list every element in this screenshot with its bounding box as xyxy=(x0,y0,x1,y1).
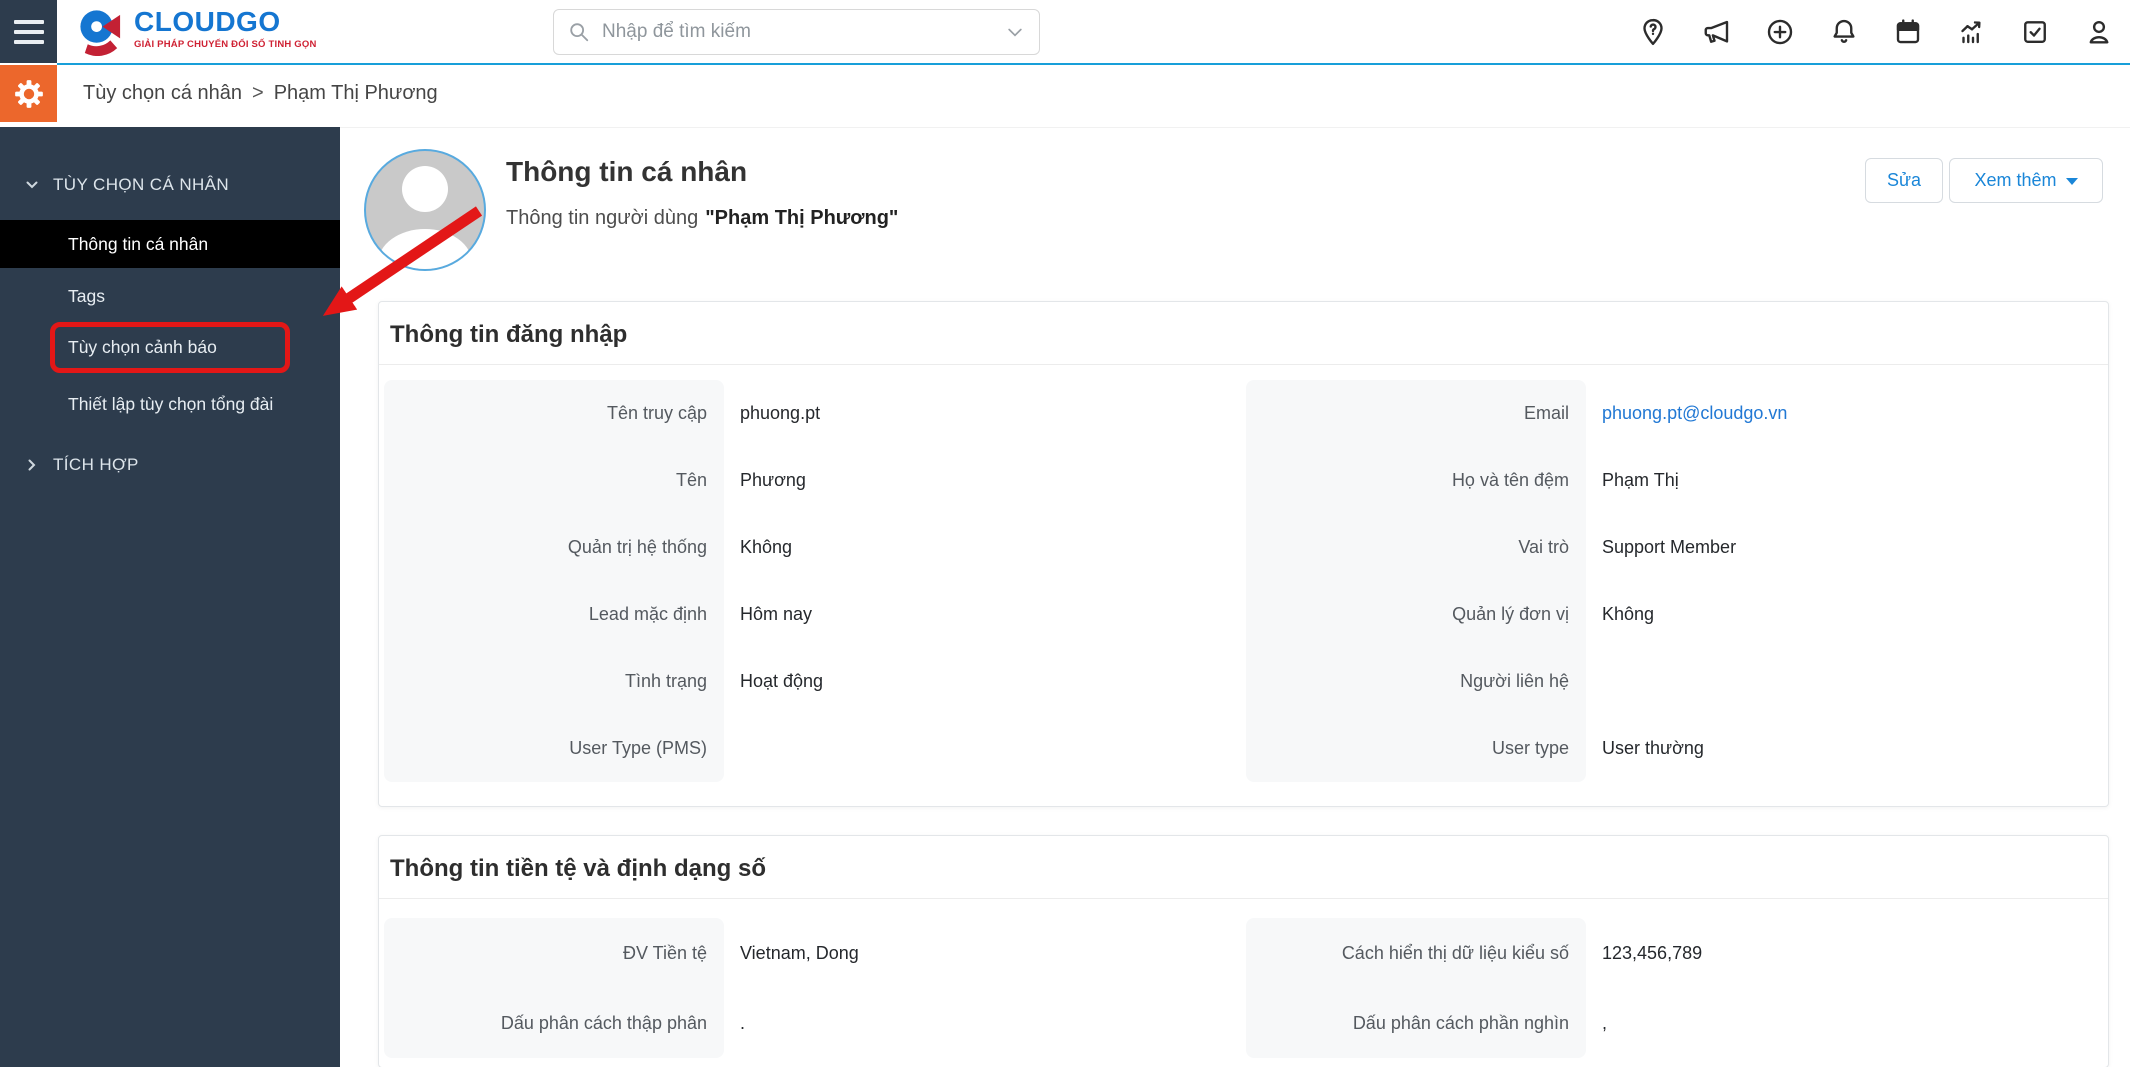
card-title: Thông tin tiền tệ và định dạng số xyxy=(379,836,2108,899)
chevron-right-icon xyxy=(25,458,39,472)
info-card: Thông tin tiền tệ và định dạng số ĐV Tiền… xyxy=(378,835,2109,1067)
top-bar: CLOUDGO GIẢI PHÁP CHUYỂN ĐỔI SỐ TINH GỌN xyxy=(0,0,2130,63)
breadcrumb-bar: Tùy chọn cá nhân > Phạm Thị Phương xyxy=(0,65,2130,128)
sidebar-item[interactable]: Thông tin cá nhân xyxy=(0,220,340,268)
subtitle-username: "Phạm Thị Phương" xyxy=(705,207,899,229)
bell-icon[interactable] xyxy=(1828,16,1860,48)
field-label: Email xyxy=(1246,380,1586,447)
breadcrumb-current: Phạm Thị Phương xyxy=(273,82,438,104)
user-icon[interactable] xyxy=(2083,16,2115,48)
field-label: ĐV Tiền tệ xyxy=(384,918,724,988)
analytics-icon[interactable] xyxy=(1956,16,1988,48)
field-row: Tên truy cập phuong.pt xyxy=(384,380,1241,447)
field-row: Tình trạng Hoạt động xyxy=(384,648,1241,715)
field-row: Tên Phương xyxy=(384,447,1241,514)
field-row: ĐV Tiền tệ Vietnam, Dong xyxy=(384,918,1241,988)
field-label: Cách hiển thị dữ liệu kiểu số xyxy=(1246,918,1586,988)
field-row: User Type (PMS) xyxy=(384,715,1241,782)
cloudgo-logo-icon xyxy=(80,10,121,56)
field-value-link[interactable]: phuong.pt@cloudgo.vn xyxy=(1586,380,2103,447)
field-row: Vai trò Support Member xyxy=(1246,514,2103,581)
sidebar-item[interactable]: Tùy chọn cảnh báo xyxy=(50,322,290,373)
sidebar-section-header[interactable]: TÙY CHỌN CÁ NHÂN xyxy=(0,165,340,205)
calendar-icon[interactable] xyxy=(1892,16,1924,48)
avatar[interactable] xyxy=(364,149,486,271)
field-value: phuong.pt xyxy=(740,403,821,423)
field-label: Quản lý đơn vị xyxy=(1246,581,1586,648)
field-value: 123,456,789 xyxy=(1602,942,1703,963)
brand-tagline: GIẢI PHÁP CHUYỂN ĐỔI SỐ TINH GỌN xyxy=(134,39,317,51)
subtitle-prefix: Thông tin người dùng xyxy=(506,207,699,229)
chevron-down-icon xyxy=(25,178,39,192)
field-row: Lead mặc định Hôm nay xyxy=(384,581,1241,648)
field-label: Dấu phân cách thập phân xyxy=(384,988,724,1058)
sidebar-section-label: TÙY CHỌN CÁ NHÂN xyxy=(53,175,230,194)
field-label: Họ và tên đệm xyxy=(1246,447,1586,514)
field-row: Quản trị hệ thống Không xyxy=(384,514,1241,581)
field-row: Dấu phân cách phần nghìn, xyxy=(1246,988,2103,1058)
topbar-icon-row xyxy=(1637,0,2115,63)
field-label: Vai trò xyxy=(1246,514,1586,581)
sidebar-item[interactable]: Thiết lập tùy chọn tổng đài xyxy=(0,380,340,428)
field-value xyxy=(1586,648,2103,715)
field-label: Tên xyxy=(384,447,724,514)
sidebar-section-header[interactable]: TÍCH HỢP xyxy=(0,445,340,485)
field-row: Dấu phân cách thập phân. xyxy=(384,988,1241,1058)
field-value: , xyxy=(1602,1012,1608,1033)
field-value: . xyxy=(740,1012,746,1033)
app-logo[interactable]: CLOUDGO GIẢI PHÁP CHUYỂN ĐỔI SỐ TINH GỌN xyxy=(76,7,317,56)
global-search[interactable] xyxy=(553,9,1040,55)
field-row: Họ và tên đệm Phạm Thị xyxy=(1246,447,2103,514)
edit-button[interactable]: Sửa xyxy=(1865,158,1943,203)
field-value: Không xyxy=(740,537,793,557)
field-label: Người liên hệ xyxy=(1246,648,1586,715)
search-input[interactable] xyxy=(600,20,995,44)
field-label: Tên truy cập xyxy=(384,380,724,447)
field-value: User thường xyxy=(1602,738,1704,758)
field-value: Phạm Thị xyxy=(1602,470,1679,490)
app-window: CLOUDGO GIẢI PHÁP CHUYỂN ĐỔI SỐ TINH GỌN xyxy=(0,0,2130,1067)
brand-name: CLOUDGO xyxy=(134,6,281,37)
field-label: User Type (PMS) xyxy=(384,715,724,782)
field-row: Quản lý đơn vị Không xyxy=(1246,581,2103,648)
card-title: Thông tin đăng nhập xyxy=(379,302,2108,365)
more-actions-label: Xem thêm xyxy=(1974,170,2057,190)
sidebar: TÙY CHỌN CÁ NHÂN Thông tin cá nhân Tags Tùy… xyxy=(0,127,340,1067)
field-value xyxy=(724,715,1241,782)
breadcrumb-separator: > xyxy=(252,82,264,104)
breadcrumb-section[interactable]: Tùy chọn cá nhân xyxy=(83,82,242,105)
field-value: Hoạt động xyxy=(740,671,824,691)
field-label: Quản trị hệ thống xyxy=(384,514,724,581)
sidebar-item[interactable]: Tags xyxy=(0,272,340,320)
field-row: Cách hiển thị dữ liệu kiểu số 123,456,789 xyxy=(1246,918,2103,988)
sidebar-section-label: TÍCH HỢP xyxy=(53,455,139,474)
page-subtitle: Thông tin người dùng "Phạm Thị Phương" xyxy=(506,207,898,230)
chevron-down-icon[interactable] xyxy=(1005,22,1025,42)
field-label: Dấu phân cách phần nghìn xyxy=(1246,988,1586,1058)
field-value: Phương xyxy=(740,470,806,490)
field-row: User type User thường xyxy=(1246,715,2103,782)
field-row: Người liên hệ xyxy=(1246,648,2103,715)
field-value: Support Member xyxy=(1602,537,1737,557)
field-value: Vietnam, Dong xyxy=(740,942,859,963)
field-label: User type xyxy=(1246,715,1586,782)
plus-circle-icon[interactable] xyxy=(1764,16,1796,48)
field-label: Lead mặc định xyxy=(384,581,724,648)
field-row: Email phuong.pt@cloudgo.vn xyxy=(1246,380,2103,447)
tasks-checkbox-icon[interactable] xyxy=(2019,16,2051,48)
page-title: Thông tin cá nhân xyxy=(506,156,748,187)
caret-down-icon xyxy=(2065,178,2078,185)
megaphone-icon[interactable] xyxy=(1701,16,1733,48)
hamburger-menu-icon[interactable] xyxy=(0,0,57,63)
info-card: Thông tin đăng nhập Tên truy cập phuong.pt… xyxy=(378,301,2109,807)
location-question-icon[interactable] xyxy=(1637,16,1669,48)
field-label: Tình trạng xyxy=(384,648,724,715)
field-value: Không xyxy=(1602,604,1655,624)
breadcrumb: Tùy chọn cá nhân > Phạm Thị Phương xyxy=(83,65,438,122)
more-actions-button[interactable]: Xem thêm xyxy=(1949,158,2103,203)
field-value: Hôm nay xyxy=(740,604,813,624)
search-icon xyxy=(570,23,589,42)
settings-gear-icon[interactable] xyxy=(0,65,57,122)
